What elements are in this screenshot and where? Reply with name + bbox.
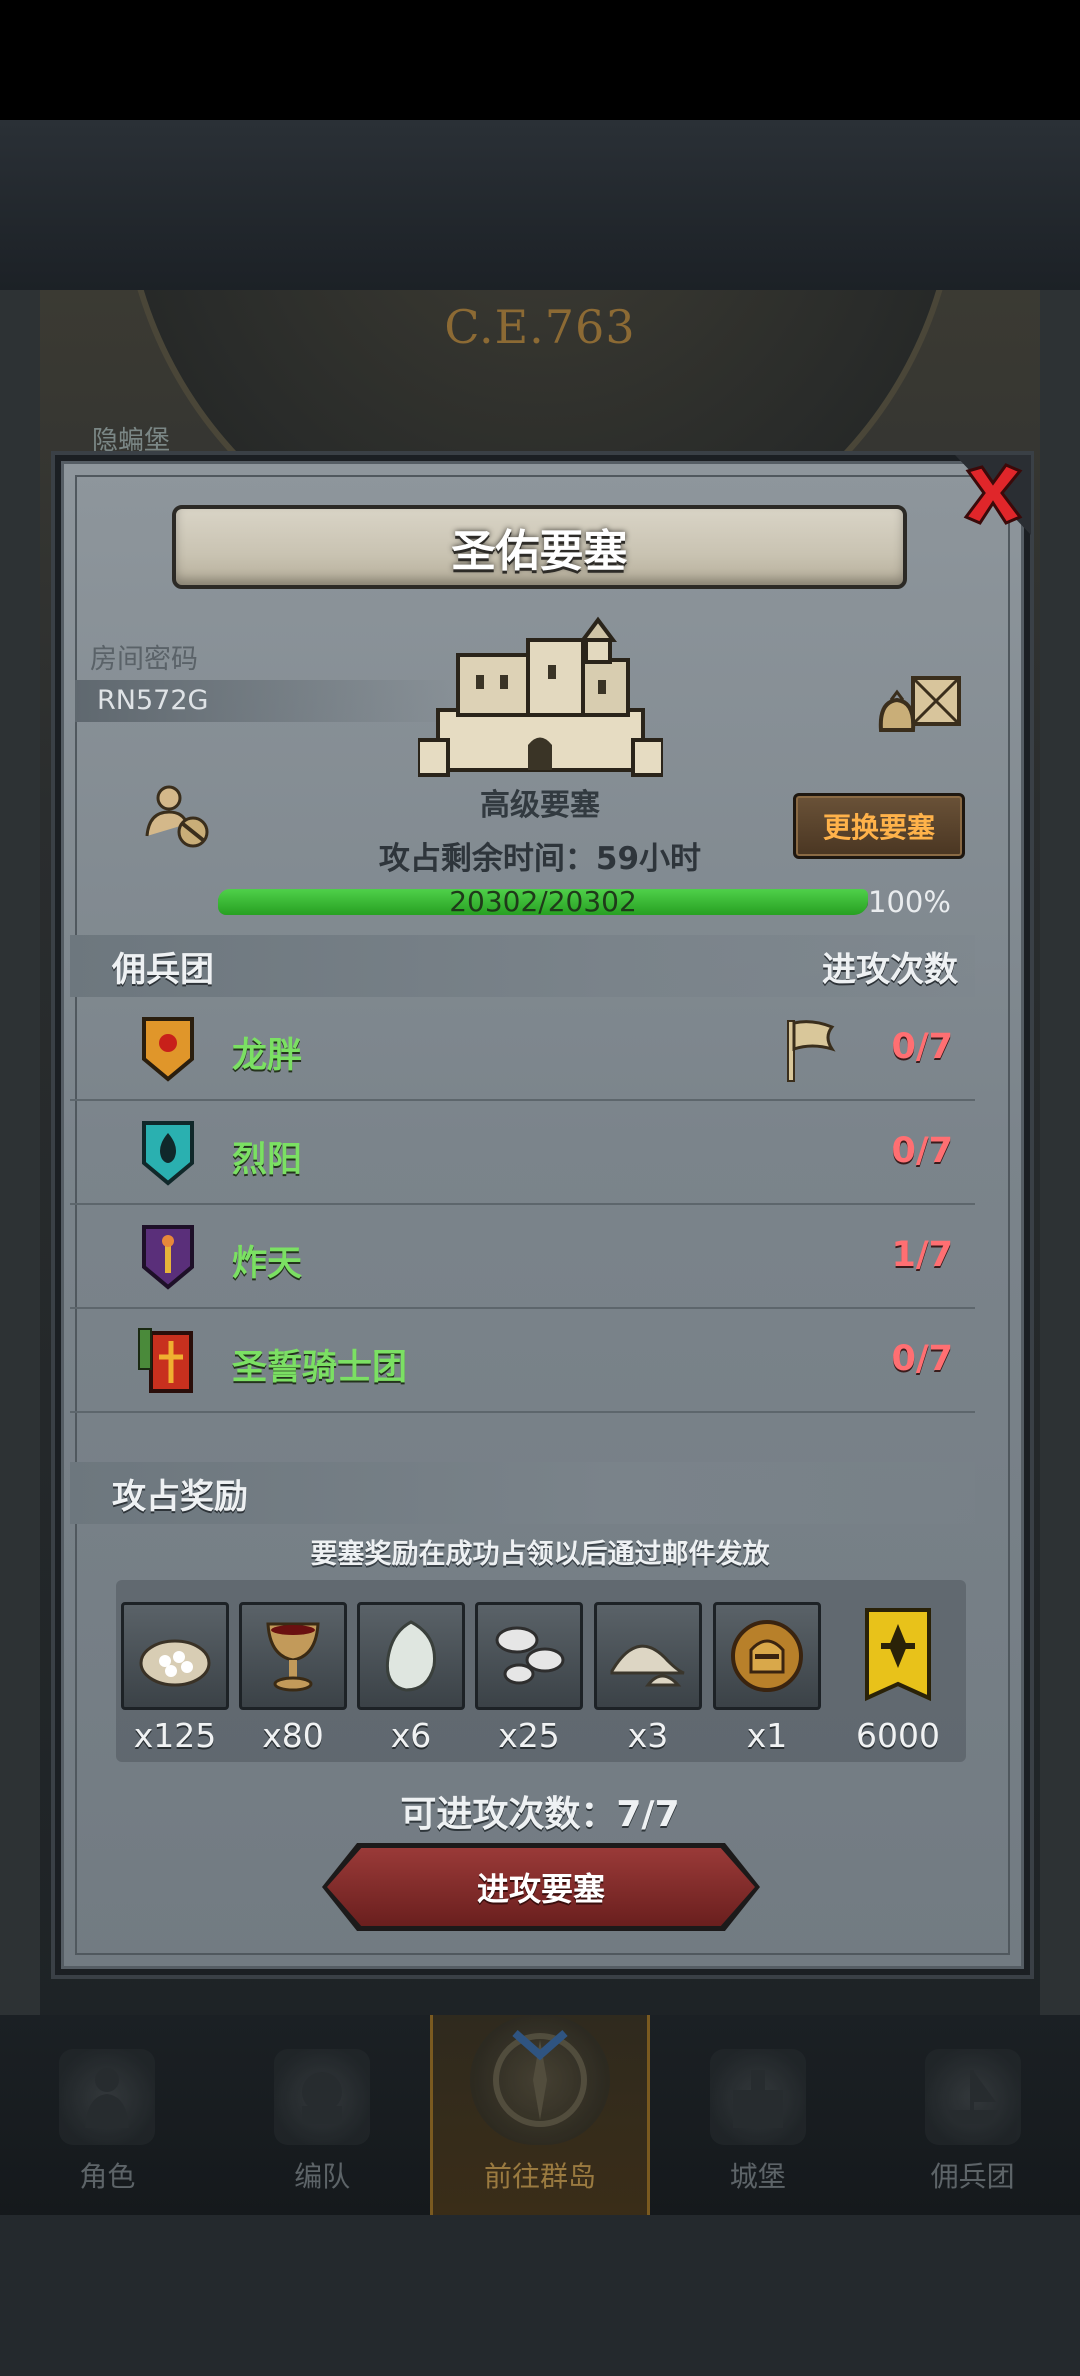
no-user-icon[interactable] — [143, 780, 213, 850]
mercenary-name: 圣誓骑士团 — [232, 1348, 408, 1388]
supply-crate-icon[interactable] — [875, 670, 965, 740]
attack-count: 1/7 — [891, 1235, 954, 1275]
reward-item[interactable]: x3 — [594, 1602, 702, 1755]
room-code: RN572G — [97, 685, 209, 716]
torch-shield-icon — [142, 1225, 194, 1290]
top-strip — [0, 120, 1080, 290]
change-fortress-button[interactable]: 更换要塞 — [793, 793, 965, 859]
background-castle-label: 隐蝙堡 — [92, 426, 171, 456]
right-edge — [1040, 290, 1080, 2020]
reward-item[interactable]: x25 — [475, 1602, 583, 1755]
nav-label: 角色 — [79, 2160, 136, 2193]
knight-banner-icon — [138, 1328, 193, 1393]
flame-shield-icon — [142, 1121, 194, 1186]
nav-item-islands[interactable]: 前往群岛 — [429, 2015, 651, 2215]
mushroom-icon — [475, 1602, 583, 1710]
knight-helmet-icon — [713, 1602, 821, 1710]
nav-label: 前往群岛 — [483, 2160, 596, 2193]
attack-count: 0/7 — [891, 1027, 954, 1067]
pearl-icon — [357, 1602, 465, 1710]
progress-percent: 100% — [868, 885, 951, 919]
mercenary-name: 烈阳 — [232, 1140, 303, 1180]
reward-item[interactable]: x125 — [121, 1602, 229, 1755]
progress-value: 20302/20302 — [449, 885, 637, 918]
attack-count-header: 进攻次数 — [822, 950, 958, 990]
mercenary-name: 炸天 — [232, 1244, 303, 1284]
available-attacks: 可进攻次数：7/7 — [400, 1794, 680, 1835]
powder-pile-icon — [594, 1602, 702, 1710]
reward-item[interactable]: x6 — [357, 1602, 465, 1755]
attack-fortress-label: 进攻要塞 — [476, 1870, 605, 1908]
left-edge — [0, 290, 40, 2020]
formation-icon — [274, 2049, 371, 2145]
guild-banner-icon — [844, 1602, 952, 1710]
mercenary-row[interactable]: 炸天 1/7 — [70, 1205, 975, 1309]
reward-item[interactable]: 6000 — [844, 1602, 952, 1755]
room-code-label: 房间密码 — [90, 644, 198, 675]
reward-qty: 6000 — [856, 1716, 940, 1755]
bottom-footer — [0, 2215, 1080, 2376]
change-fortress-label: 更换要塞 — [822, 811, 935, 844]
flag-icon — [787, 1020, 836, 1082]
reward-item[interactable]: x1 — [713, 1602, 821, 1755]
dialog-title: 圣佑要塞 — [451, 526, 628, 577]
bottom-nav: 角色 编队 前往群岛 城堡 佣兵团 — [0, 2015, 1080, 2215]
attack-count: 0/7 — [891, 1339, 954, 1379]
fortress-icon — [418, 616, 663, 777]
capture-progress-bar: 20302/20302 — [218, 887, 868, 917]
status-bar — [0, 0, 1080, 120]
mercenary-name: 龙胖 — [232, 1036, 303, 1076]
reward-qty: x3 — [627, 1716, 669, 1755]
remaining-time: 攻占剩余时间：59小时 — [378, 841, 702, 877]
mercenary-row[interactable]: 圣誓骑士团 0/7 — [70, 1309, 975, 1413]
attack-count: 0/7 — [891, 1131, 954, 1171]
nav-label: 编队 — [294, 2160, 351, 2193]
character-icon — [59, 2049, 156, 2145]
close-icon — [963, 463, 1023, 525]
reward-item[interactable]: x80 — [239, 1602, 347, 1755]
reward-note: 要塞奖励在成功占领以后通过邮件发放 — [310, 1539, 770, 1570]
mercenary-row[interactable]: 龙胖 0/7 — [70, 997, 975, 1101]
nav-item-formation[interactable]: 编队 — [215, 2015, 430, 2215]
reward-qty: x125 — [133, 1716, 217, 1755]
mercenary-ship-icon — [924, 2049, 1021, 2145]
mercenary-row[interactable]: 烈阳 0/7 — [70, 1101, 975, 1205]
castle-icon — [709, 2049, 806, 2145]
reward-qty: x80 — [262, 1716, 324, 1755]
reward-qty: x1 — [746, 1716, 788, 1755]
title-plate: 圣佑要塞 — [172, 505, 907, 589]
attack-fortress-button[interactable]: 进攻要塞 — [327, 1848, 755, 1926]
reward-qty: x6 — [390, 1716, 432, 1755]
sun-shield-icon — [142, 1017, 194, 1082]
mercenary-header: 佣兵团 — [112, 950, 214, 990]
islands-compass-icon — [469, 2015, 610, 2145]
nav-item-character[interactable]: 角色 — [0, 2015, 215, 2215]
nav-item-castle[interactable]: 城堡 — [650, 2015, 865, 2215]
nav-label: 佣兵团 — [930, 2160, 1015, 2193]
close-button[interactable] — [955, 456, 1031, 532]
reward-header: 攻占奖励 — [112, 1477, 248, 1517]
fortress-type: 高级要塞 — [480, 788, 600, 823]
nav-label: 城堡 — [729, 2160, 786, 2193]
reward-qty: x25 — [498, 1716, 560, 1755]
salt-sack-icon — [121, 1602, 229, 1710]
year-label: C.E.763 — [444, 300, 636, 354]
goblet-icon — [239, 1602, 347, 1710]
nav-item-mercenary[interactable]: 佣兵团 — [865, 2015, 1080, 2215]
